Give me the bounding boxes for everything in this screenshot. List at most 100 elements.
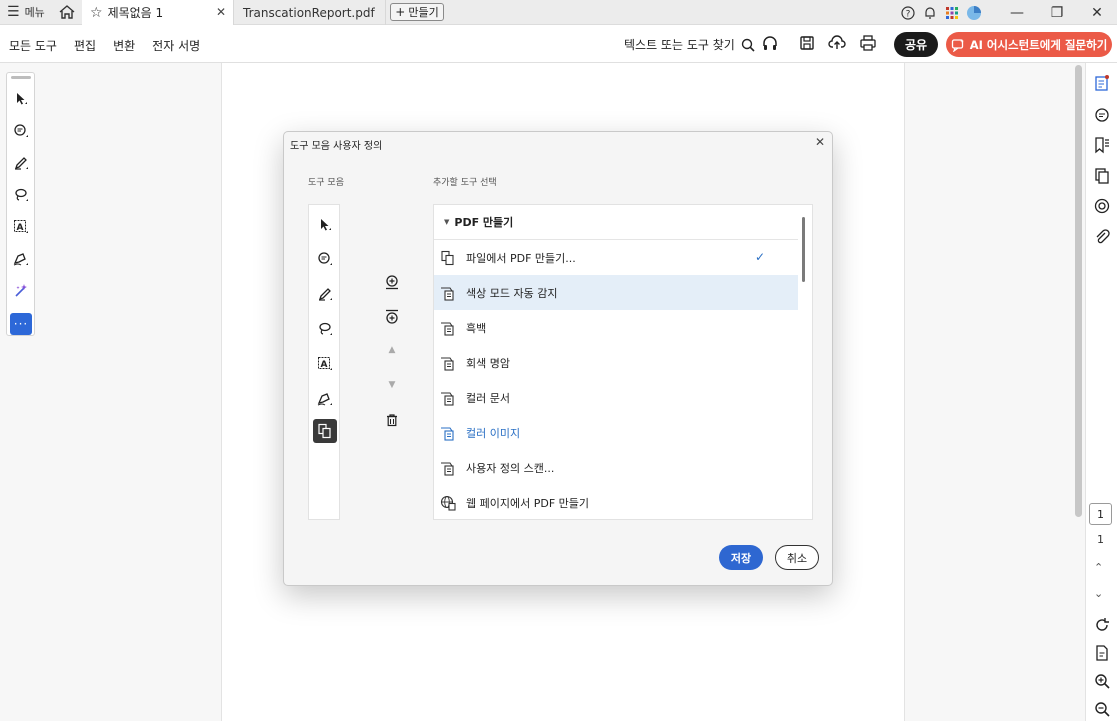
new-tab-button[interactable]: + 만들기 — [390, 3, 444, 21]
dialog-title: 도구 모음 사용자 정의 — [290, 141, 383, 152]
more-tools-icon[interactable]: ··· — [10, 313, 32, 335]
scanner-icon — [440, 460, 456, 476]
search-icon — [741, 38, 755, 52]
bookmark-list-icon[interactable] — [1093, 136, 1111, 154]
lasso-icon[interactable] — [313, 317, 337, 341]
rotate-icon[interactable] — [1093, 616, 1111, 634]
ai-assistant-label: AI 어시스턴트에게 질문하기 — [969, 37, 1108, 52]
window-close-icon[interactable]: ✕ — [1077, 0, 1117, 25]
web-page-icon — [440, 495, 456, 511]
page-down-icon[interactable]: ⌄ — [1094, 587, 1103, 600]
list-item[interactable]: 색상 모드 자동 감지 — [434, 275, 798, 310]
group-header-create-pdf[interactable]: ▼ PDF 만들기 — [434, 205, 798, 240]
delete-icon[interactable] — [382, 410, 402, 430]
list-scrollbar[interactable] — [802, 217, 805, 282]
right-gutter — [904, 63, 1084, 721]
new-tab-label: 만들기 — [408, 6, 439, 19]
move-down-icon[interactable]: ▼ — [382, 375, 402, 395]
svg-text:?: ? — [906, 9, 911, 19]
menu-all-tools[interactable]: 모든 도구 — [9, 37, 57, 54]
drag-grip[interactable] — [11, 76, 31, 79]
tab-active[interactable]: ☆ 제목없음 1 ✕ — [82, 0, 234, 25]
text-box-icon[interactable]: A — [10, 216, 32, 238]
svg-text:A: A — [17, 223, 24, 233]
tab-inactive-label: TranscationReport.pdf — [243, 5, 375, 20]
tool-select-list: ▼ PDF 만들기 파일에서 PDF 만들기... ✓ 색상 모드 자동 감지 … — [433, 204, 813, 520]
attachment-icon[interactable] — [1093, 228, 1111, 246]
window-controls: ? — ❐ ✕ — [897, 0, 1117, 25]
save-button[interactable]: 저장 — [719, 545, 763, 570]
move-up-icon[interactable]: ▲ — [382, 340, 402, 360]
ai-assistant-icon — [951, 38, 964, 52]
current-page-input[interactable]: 1 — [1089, 503, 1112, 525]
list-item[interactable]: 사용자 정의 스캔... — [434, 450, 798, 485]
comment-tool-icon[interactable] — [313, 247, 337, 271]
cancel-button[interactable]: 취소 — [775, 545, 819, 570]
select-tool-icon[interactable] — [10, 88, 32, 110]
ai-assistant-button[interactable]: AI 어시스턴트에게 질문하기 — [946, 32, 1112, 57]
customize-toolbar-dialog: 도구 모음 사용자 정의 ✕ 도구 모음 추가할 도구 선택 A ▲ ▼ ▼ P… — [283, 131, 833, 586]
headphones-icon[interactable] — [761, 34, 779, 52]
pages-icon[interactable] — [1093, 167, 1111, 185]
scanner-icon — [440, 390, 456, 406]
select-tool-icon[interactable] — [313, 213, 337, 237]
add-tool-icon[interactable] — [382, 272, 402, 292]
list-item[interactable]: 파일에서 PDF 만들기... ✓ — [434, 240, 798, 275]
menu-edit[interactable]: 편집 — [74, 37, 96, 54]
comment-tool-icon[interactable] — [10, 120, 32, 142]
comment-bubble-icon[interactable] — [1093, 106, 1111, 124]
print-icon[interactable] — [859, 34, 877, 52]
add-divider-icon[interactable] — [382, 307, 402, 327]
list-item[interactable]: 흑백 — [434, 310, 798, 345]
star-icon[interactable]: ☆ — [90, 5, 103, 21]
find-tools-label: 텍스트 또는 도구 찾기 — [624, 38, 735, 52]
avatar[interactable] — [963, 2, 985, 24]
ai-magic-icon[interactable] — [10, 280, 32, 302]
right-rail: ⌃ ⌄ — [1085, 63, 1117, 721]
page-fit-icon[interactable] — [1093, 644, 1111, 662]
hamburger-icon: ☰ — [7, 4, 20, 20]
current-toolbar-list: A — [308, 204, 340, 520]
lasso-icon[interactable] — [10, 184, 32, 206]
menu-esign[interactable]: 전자 서명 — [152, 37, 200, 54]
list-item[interactable]: 웹 페이지에서 PDF 만들기 — [434, 485, 798, 519]
close-icon[interactable]: ✕ — [815, 135, 825, 149]
page-up-icon[interactable]: ⌃ — [1094, 561, 1103, 574]
save-icon[interactable] — [798, 34, 816, 52]
highlight-pen-icon[interactable] — [10, 152, 32, 174]
highlight-pen-icon[interactable] — [313, 282, 337, 306]
restore-icon[interactable]: ❐ — [1037, 0, 1077, 25]
scanner-icon — [440, 285, 456, 301]
list-item[interactable]: 회색 명암 — [434, 345, 798, 380]
collapse-triangle-icon: ▼ — [444, 218, 450, 226]
text-box-icon[interactable]: A — [313, 352, 337, 376]
find-tools[interactable]: 텍스트 또는 도구 찾기 — [624, 36, 755, 53]
total-pages: 1 — [1097, 533, 1104, 546]
minimize-icon[interactable]: — — [997, 0, 1037, 25]
home-icon[interactable] — [58, 3, 76, 21]
group-header-label: PDF 만들기 — [454, 216, 514, 229]
share-button[interactable]: 공유 — [894, 32, 938, 57]
apps-grid-icon[interactable] — [941, 2, 963, 24]
tab-inactive[interactable]: TranscationReport.pdf — [234, 0, 386, 25]
help-icon[interactable]: ? — [897, 2, 919, 24]
upload-cloud-icon[interactable] — [828, 34, 846, 52]
close-icon[interactable]: ✕ — [216, 5, 226, 19]
zoom-in-icon[interactable] — [1093, 672, 1111, 690]
target-icon[interactable] — [1093, 197, 1111, 215]
tab-bar: ☰ 메뉴 ☆ 제목없음 1 ✕ TranscationReport.pdf + … — [0, 0, 1117, 25]
zoom-out-icon[interactable] — [1093, 700, 1111, 718]
create-pdf-tool-icon[interactable] — [313, 419, 337, 443]
document-scrollbar[interactable] — [1075, 65, 1082, 517]
sign-pen-icon[interactable] — [313, 387, 337, 411]
edit-pdf-icon[interactable] — [1093, 74, 1111, 92]
toolbar-column-label: 도구 모음 — [308, 178, 344, 188]
menu-button[interactable]: ☰ 메뉴 — [7, 4, 45, 20]
sign-pen-icon[interactable] — [10, 248, 32, 270]
svg-text:A: A — [321, 360, 328, 370]
list-item[interactable]: 컬러 문서 — [434, 380, 798, 415]
plus-icon: + — [395, 5, 406, 19]
list-item[interactable]: 컬러 이미지 — [434, 415, 798, 450]
menu-convert[interactable]: 변환 — [113, 37, 135, 54]
bell-icon[interactable] — [919, 2, 941, 24]
